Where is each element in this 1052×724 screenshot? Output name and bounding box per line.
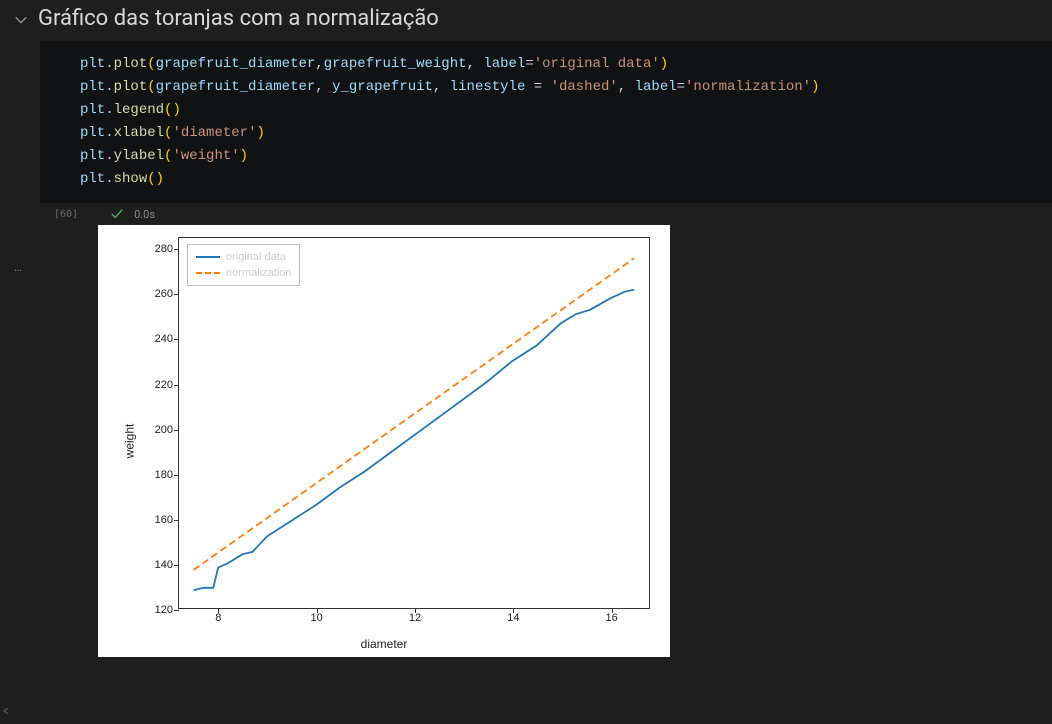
code-token: , [467,56,475,72]
legend-box: original data normalization [187,244,300,286]
code-block[interactable]: plt.plot(grapefruit_diameter,grapefruit_… [40,41,1052,203]
execution-time: 0.0s [134,208,155,221]
legend-swatch-solid [196,251,220,263]
code-token: ) [660,56,668,72]
code-token: , [618,79,626,95]
chart-svg [179,238,649,608]
legend-entry: normalization [196,265,291,281]
x-axis-label: diameter [361,637,408,651]
code-token: grapefruit_diameter [156,56,316,72]
quote-handle-icon[interactable] [2,706,10,716]
code-token: ylabel [114,148,164,164]
plot-area: original data normalization 120140160180… [178,237,650,609]
cell-header[interactable]: Gráfico das toranjas com a normalização [0,0,1052,41]
cell-title: Gráfico das toranjas com a normalização [38,6,439,31]
code-token [441,79,449,95]
legend-entry: original data [196,249,291,265]
code-token: show [114,171,148,187]
code-token: xlabel [114,125,164,141]
code-token: . [105,148,113,164]
code-token: plt [80,102,105,118]
code-token: legend [114,102,164,118]
code-token: label [483,56,525,72]
code-token [324,79,332,95]
y-axis-label: weight [122,424,136,459]
code-token: plt [80,125,105,141]
code-token: . [105,56,113,72]
code-token: 'normalization' [685,79,811,95]
chevron-down-icon[interactable] [14,12,28,26]
code-token: plt [80,56,105,72]
code-token: grapefruit_weight [324,56,467,72]
code-token: plt [80,148,105,164]
code-token [542,79,550,95]
more-icon[interactable]: … [14,260,22,274]
code-token: plot [114,56,148,72]
code-token: 'diameter' [172,125,256,141]
code-token [525,79,533,95]
code-token: plt [80,171,105,187]
cell-body: plt.plot(grapefruit_diameter,grapefruit_… [0,41,1052,657]
code-token: 'weight' [172,148,239,164]
code-token: 'original data' [534,56,660,72]
code-token: ) [256,125,264,141]
execution-count: [60] [54,209,78,220]
code-token: , [315,79,323,95]
code-token: ) [172,102,180,118]
code-token [626,79,634,95]
code-token: ) [240,148,248,164]
code-token: , [315,56,323,72]
code-token: plot [114,79,148,95]
legend-label: normalization [226,265,291,281]
code-token: ) [811,79,819,95]
code-token: label [635,79,677,95]
code-token: ( [147,79,155,95]
legend-swatch-dashed [196,267,220,279]
legend-label: original data [226,249,286,265]
execution-status-row: [60] 0.0s [40,203,1052,225]
code-token: linestyle [450,79,526,95]
code-token: . [105,79,113,95]
code-token: y_grapefruit [332,79,433,95]
code-token: ( [147,171,155,187]
code-token: . [105,102,113,118]
code-token: = [677,79,685,95]
code-token: plt [80,79,105,95]
code-token: ) [156,171,164,187]
code-token: 'dashed' [551,79,618,95]
check-icon [110,207,124,221]
code-token: . [105,171,113,187]
code-token: ( [147,56,155,72]
chart-output: weight diameter original data normalizat… [98,225,670,657]
code-token: grapefruit_diameter [156,79,316,95]
code-token: . [105,125,113,141]
code-token: = [534,79,542,95]
code-token: = [525,56,533,72]
